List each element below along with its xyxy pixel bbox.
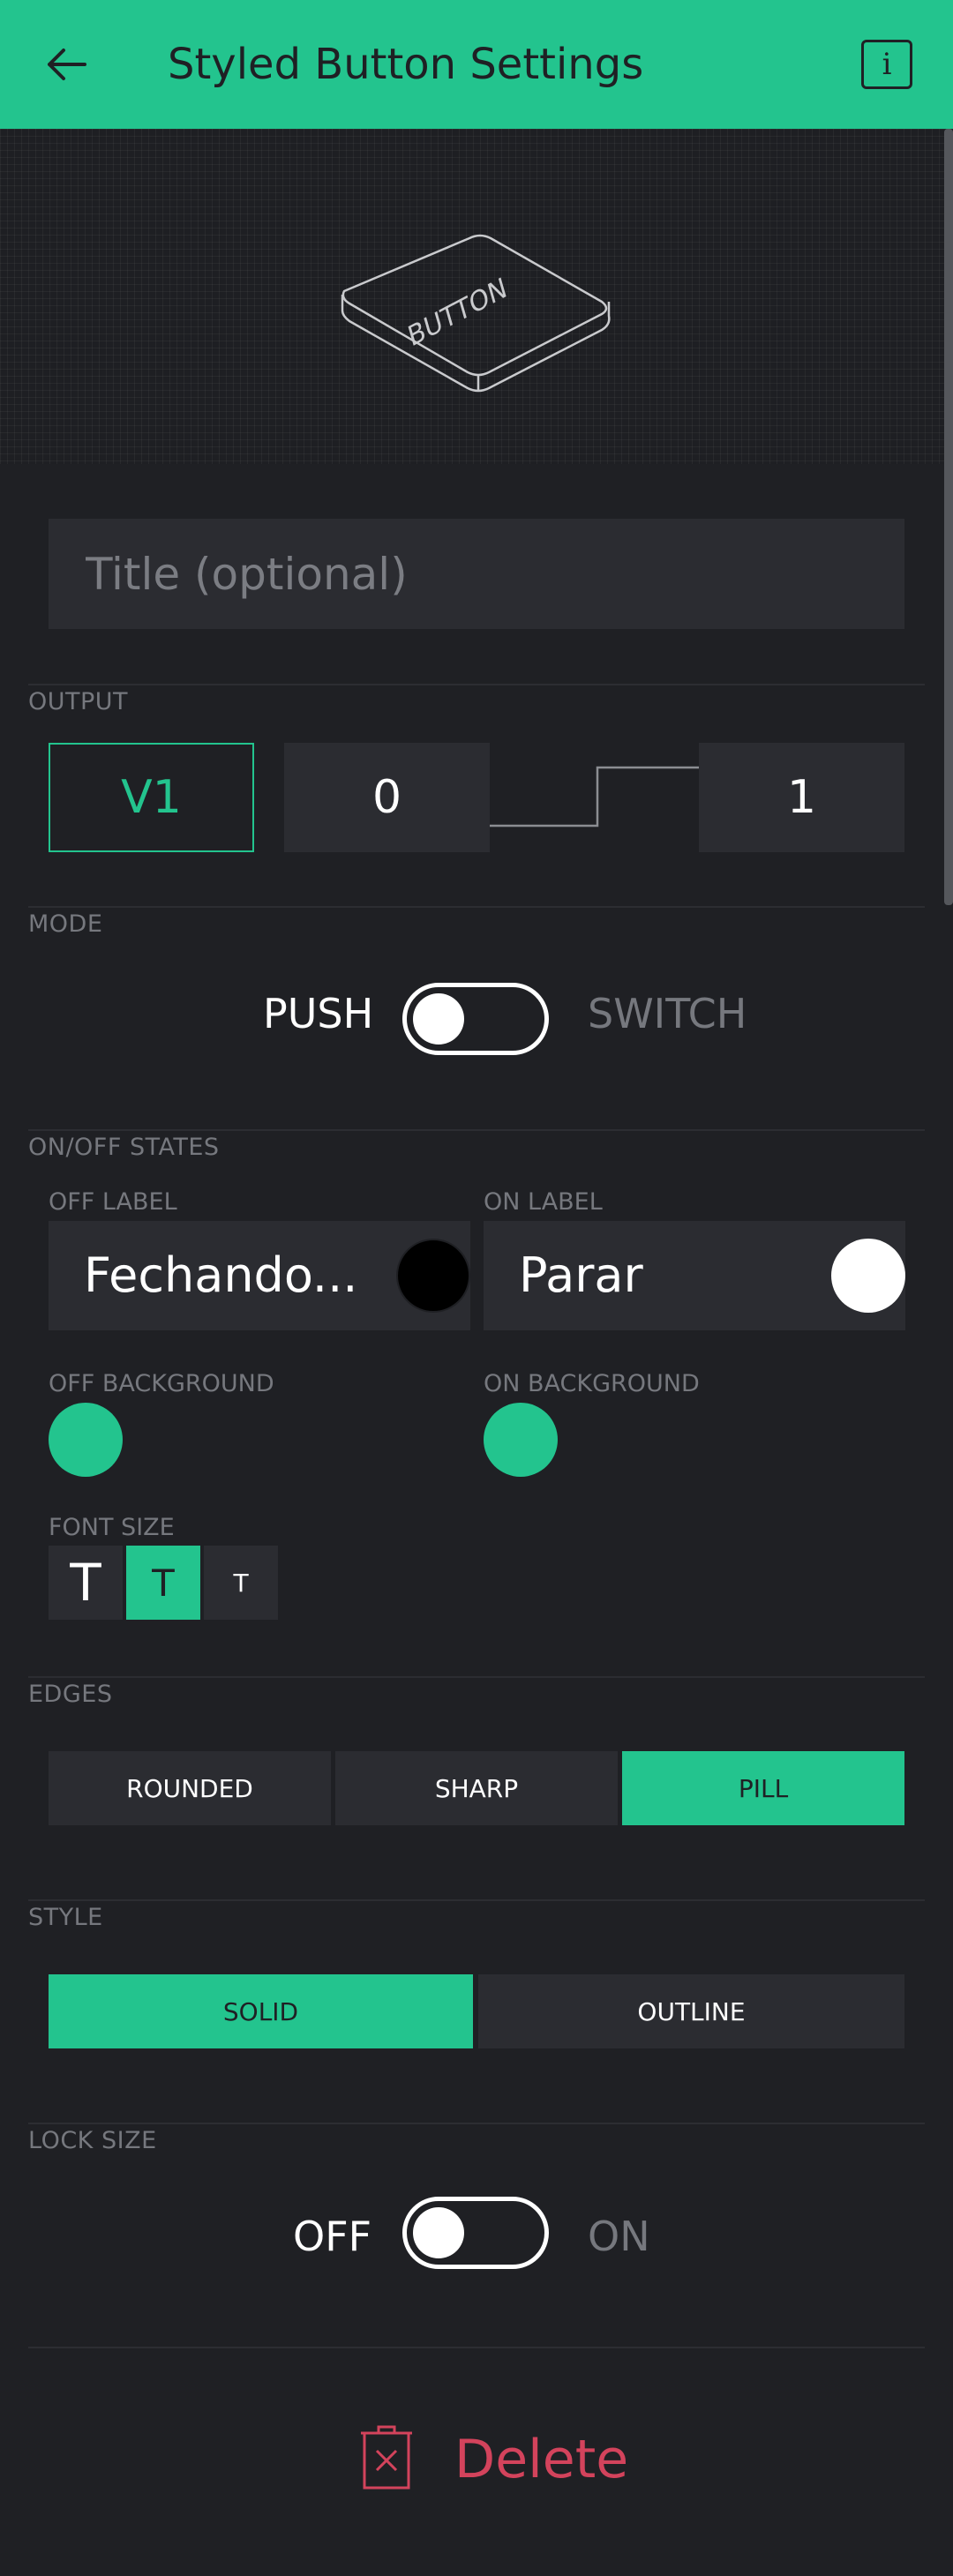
app-header: Styled Button Settings i [0,0,953,129]
off-label-title: OFF LABEL [49,1188,177,1216]
on-background-title: ON BACKGROUND [484,1370,700,1397]
mode-section-label: MODE [28,910,103,938]
scrollbar[interactable] [944,129,953,905]
off-label-field[interactable]: Fechando... [49,1221,470,1330]
widget-preview: BUTTON [0,129,953,464]
divider [28,1129,925,1131]
pin-selector[interactable]: V1 [49,743,254,852]
back-button[interactable] [35,34,97,95]
divider [28,1676,925,1678]
info-button[interactable]: i [861,40,912,89]
button-preview-icon: BUTTON [341,234,611,393]
edges-section-label: EDGES [28,1681,113,1708]
arrow-left-icon [48,49,86,80]
divider [28,906,925,908]
edges-pill-button[interactable]: PILL [622,1751,904,1825]
step-graph-icon [490,766,702,827]
lock-size-toggle[interactable] [402,2197,549,2269]
on-label-field[interactable]: Parar [484,1221,905,1330]
output-section-label: OUTPUT [28,688,129,715]
preview-button-text: BUTTON [405,272,511,354]
lock-size-off-label: OFF [293,2213,372,2260]
off-background-swatch[interactable] [49,1403,123,1477]
page-title: Styled Button Settings [168,40,644,89]
off-label-color-swatch[interactable] [396,1239,470,1313]
toggle-knob [413,993,464,1045]
font-size-large-button[interactable]: T [49,1546,123,1620]
mode-toggle[interactable] [402,983,549,1055]
style-solid-button[interactable]: SOLID [49,1974,473,2048]
divider [28,684,925,685]
divider [28,2347,925,2348]
delete-label: Delete [454,2429,629,2490]
edges-sharp-button[interactable]: SHARP [335,1751,618,1825]
divider [28,2123,925,2124]
on-background-swatch[interactable] [484,1403,558,1477]
mode-switch-label: SWITCH [588,990,747,1037]
lock-size-on-label: ON [588,2213,650,2260]
on-label-color-swatch[interactable] [831,1239,905,1313]
font-size-medium-button[interactable]: T [126,1546,200,1620]
info-icon: i [882,47,892,82]
delete-button[interactable]: Delete [357,2424,628,2498]
font-size-small-button[interactable]: T [204,1546,278,1620]
output-low-value[interactable]: 0 [284,743,490,852]
on-label-value: Parar [519,1247,643,1303]
style-section-label: STYLE [28,1904,103,1931]
toggle-knob [413,2207,464,2258]
off-background-title: OFF BACKGROUND [49,1370,274,1397]
title-input[interactable] [49,519,904,629]
on-label-title: ON LABEL [484,1188,603,1216]
lock-size-section-label: LOCK SIZE [28,2127,157,2154]
font-size-label: FONT SIZE [49,1514,175,1541]
output-high-value[interactable]: 1 [699,743,904,852]
divider [28,1899,925,1901]
style-outline-button[interactable]: OUTLINE [478,1974,904,2048]
mode-push-label: PUSH [263,990,374,1037]
off-label-value: Fechando... [84,1247,358,1303]
states-section-label: ON/OFF STATES [28,1134,220,1161]
edges-rounded-button[interactable]: ROUNDED [49,1751,331,1825]
trash-icon [361,2425,412,2490]
